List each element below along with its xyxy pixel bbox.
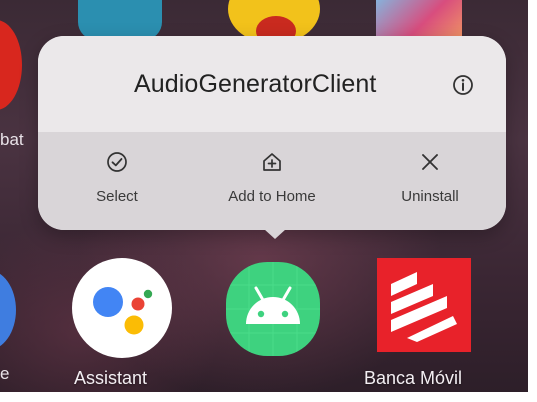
banca-movil-icon[interactable]: [377, 258, 471, 352]
screen-border: [528, 0, 537, 402]
add-to-home-icon: [263, 153, 281, 171]
select-label: Select: [96, 188, 138, 205]
banca-logo: [391, 272, 457, 342]
partial-app-icon[interactable]: [0, 20, 22, 110]
partial-app-icon[interactable]: [78, 0, 162, 40]
close-icon: [422, 154, 438, 170]
add-to-home-button[interactable]: Add to Home: [202, 142, 342, 222]
assistant-dots: [93, 287, 153, 335]
home-screen: bat e AudioGeneratorClient Select Add to…: [0, 0, 528, 402]
app-shortcut-popup: AudioGeneratorClient Select Add to Home: [38, 36, 506, 230]
assistant-label: Assistant: [74, 368, 148, 388]
select-button[interactable]: Select: [47, 142, 187, 222]
popup-pointer: [264, 229, 286, 239]
android-icon[interactable]: [226, 262, 320, 356]
google-assistant-icon[interactable]: [72, 258, 172, 358]
check-circle-icon: [107, 152, 127, 172]
uninstall-label: Uninstall: [401, 188, 459, 205]
screen-border: [0, 392, 537, 402]
partial-app-icon[interactable]: [0, 270, 16, 350]
android-robot: [226, 262, 320, 356]
partial-app-label: bat: [0, 130, 24, 149]
banca-movil-label: Banca Móvil: [364, 368, 463, 388]
info-icon[interactable]: [452, 74, 474, 96]
add-to-home-label: Add to Home: [228, 188, 316, 205]
popup-app-title: AudioGeneratorClient: [134, 70, 377, 98]
uninstall-button[interactable]: Uninstall: [360, 142, 500, 222]
partial-app-label: e: [0, 364, 10, 383]
